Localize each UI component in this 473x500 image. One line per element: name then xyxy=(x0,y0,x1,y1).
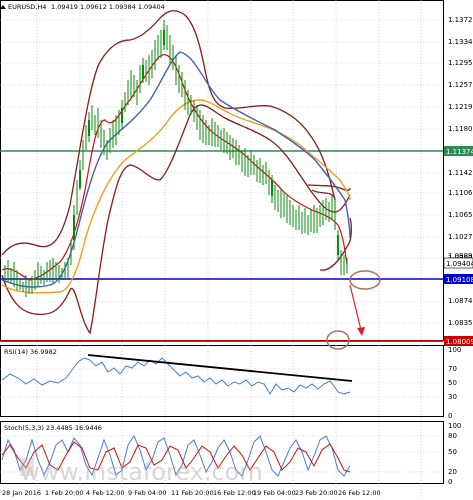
price-label: 1.11800 xyxy=(448,125,473,133)
rsi-axis-label: 0 xyxy=(448,412,452,420)
price-label: 1.13340 xyxy=(448,38,473,46)
rsi-axis-label: 70 xyxy=(448,365,457,373)
stoch-axis-label: 20 xyxy=(448,468,457,476)
price-label: 1.13720 xyxy=(448,16,473,24)
stoch-axis-label: 80 xyxy=(448,432,457,440)
time-label: 26 Feb 12:00 xyxy=(338,489,381,497)
main-chart-pane[interactable] xyxy=(0,0,444,341)
stoch-header: Stoch(5,3,3) 23.4485 16.9446 xyxy=(4,424,102,432)
price-label: 1.11420 xyxy=(448,169,473,177)
time-label: 23 Feb 20:00 xyxy=(295,489,338,497)
time-label: 9 Feb 04:00 xyxy=(128,489,167,497)
rsi-pane[interactable] xyxy=(0,345,444,417)
rsi-header: RSI(14) 36.9982 xyxy=(4,348,57,356)
time-label: 16 Feb 12:00 xyxy=(213,489,256,497)
stoch-axis: 100 80 50 20 0 xyxy=(448,422,461,486)
price-label: 1.12190 xyxy=(448,103,473,111)
rsi-axis-label: 50 xyxy=(448,379,457,387)
stoch-axis-label: 100 xyxy=(448,422,461,430)
price-label: 1.08350 xyxy=(448,319,473,327)
time-label: 11 Feb 20:00 xyxy=(171,489,214,497)
support-tag-text: 1.09108 xyxy=(446,276,473,284)
chart-symbol: EURUSD,H4 xyxy=(8,3,46,11)
price-label: 1.12570 xyxy=(448,81,473,89)
watermark: www.instaforex.com xyxy=(20,458,263,486)
current-price-tag-text: 1.09404 xyxy=(446,260,473,268)
stoch-axis-label: 0 xyxy=(448,478,452,486)
rsi-axis-label: 30 xyxy=(448,393,457,401)
trading-chart[interactable]: EURUSD,H4 1.09419 1.09612 1.09384 1.0940… xyxy=(0,0,473,500)
price-label: 1.10270 xyxy=(448,233,473,241)
time-label: 4 Feb 12:00 xyxy=(86,489,125,497)
price-label: 1.11060 xyxy=(448,189,473,197)
rsi-axis-label: 100 xyxy=(448,346,461,354)
price-label: 1.12950 xyxy=(448,59,473,67)
time-axis: 28 Jan 2016 1 Feb 20:00 4 Feb 12:00 9 Fe… xyxy=(2,489,381,497)
time-label: 19 Feb 04:00 xyxy=(253,489,296,497)
target-tag-text: 1.08009 xyxy=(446,338,473,346)
time-label: 1 Feb 20:00 xyxy=(45,489,84,497)
rsi-axis: 100 70 50 30 0 xyxy=(448,346,461,420)
chart-ohlc: 1.09419 1.09612 1.09384 1.09404 xyxy=(51,3,165,11)
stoch-axis-label: 50 xyxy=(448,448,457,456)
time-label: 28 Jan 2016 xyxy=(2,489,41,497)
price-label: 1.10650 xyxy=(448,211,473,219)
price-label: 1.08740 xyxy=(448,297,473,305)
resistance-tag-text: 1.11374 xyxy=(446,148,473,156)
watermark-logo xyxy=(20,458,34,476)
